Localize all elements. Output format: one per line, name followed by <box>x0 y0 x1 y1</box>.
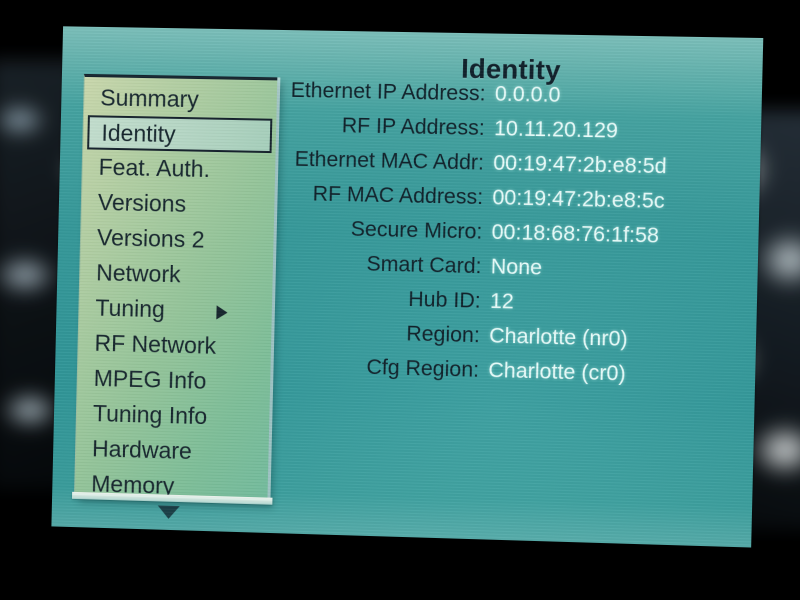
info-label: Ethernet MAC Addr <box>294 147 479 175</box>
menu-item-rf-network[interactable]: RF Network <box>78 325 271 365</box>
menu-item-network[interactable]: Network <box>80 255 273 295</box>
triangle-down-icon[interactable] <box>157 505 180 520</box>
photograph-of-tv-screen: Identity Summary Identity Feat. Auth. Versi… <box>0 0 800 600</box>
menu-item-label: Tuning Info <box>92 399 208 430</box>
info-value: 12 <box>489 289 515 314</box>
menu-item-feat-auth[interactable]: Feat. Auth. <box>82 149 275 188</box>
menu-item-tuning-info[interactable]: Tuning Info <box>77 395 270 435</box>
info-label: Cfg Region <box>366 355 474 382</box>
info-value: None <box>490 255 543 280</box>
info-label: Secure Micro <box>350 217 477 244</box>
menu-item-label: Tuning <box>95 294 166 323</box>
info-label: Smart Card <box>366 252 476 279</box>
info-value: 10.11.20.129 <box>493 116 619 143</box>
menu-list: Summary Identity Feat. Auth. Versions Versio… <box>75 80 277 503</box>
menu-item-label: RF Network <box>94 329 217 359</box>
menu-item-label: Hardware <box>91 435 193 465</box>
info-value: 0.0.0.0 <box>494 82 561 107</box>
info-value: Charlotte (nr0) <box>488 324 628 351</box>
diagnostic-menu-panel[interactable]: Summary Identity Feat. Auth. Versions Versio… <box>74 73 278 503</box>
menu-item-label: Summary <box>100 84 200 113</box>
menu-item-summary[interactable]: Summary <box>84 80 277 119</box>
menu-item-versions[interactable]: Versions <box>81 184 274 223</box>
menu-item-label: Versions <box>97 188 187 217</box>
menu-item-versions-2[interactable]: Versions 2 <box>81 220 274 260</box>
menu-item-hardware[interactable]: Hardware <box>76 431 269 472</box>
screen-perspective-wrapper: Identity Summary Identity Feat. Auth. Versi… <box>0 0 800 600</box>
menu-item-label: Identity <box>101 119 176 148</box>
menu-item-label: MPEG Info <box>93 364 207 394</box>
info-label: RF IP Address <box>341 114 480 140</box>
info-label: Region <box>406 322 475 348</box>
info-label: Hub ID <box>408 287 476 313</box>
info-value: Charlotte (cr0) <box>488 358 626 386</box>
menu-item-identity[interactable]: Identity <box>87 115 273 154</box>
tv-screen: Identity Summary Identity Feat. Auth. Versi… <box>51 26 764 548</box>
identity-info-table: Ethernet IP Address:0.0.0.0 RF IP Address… <box>255 78 741 400</box>
menu-item-tuning[interactable]: Tuning <box>79 290 272 330</box>
menu-item-label: Feat. Auth. <box>98 153 211 183</box>
info-value: 00:19:47:2b:e8:5c <box>492 185 665 214</box>
info-label: Ethernet IP Address <box>290 78 480 106</box>
menu-item-mpeg-info[interactable]: MPEG Info <box>77 360 270 400</box>
info-value: 00:18:68:76:1f:58 <box>491 220 660 248</box>
info-label: RF MAC Address <box>312 182 478 210</box>
info-value: 00:19:47:2b:e8:5d <box>493 151 667 179</box>
triangle-right-icon <box>216 305 228 320</box>
menu-item-label: Network <box>95 259 181 288</box>
menu-item-label: Versions 2 <box>96 224 205 253</box>
